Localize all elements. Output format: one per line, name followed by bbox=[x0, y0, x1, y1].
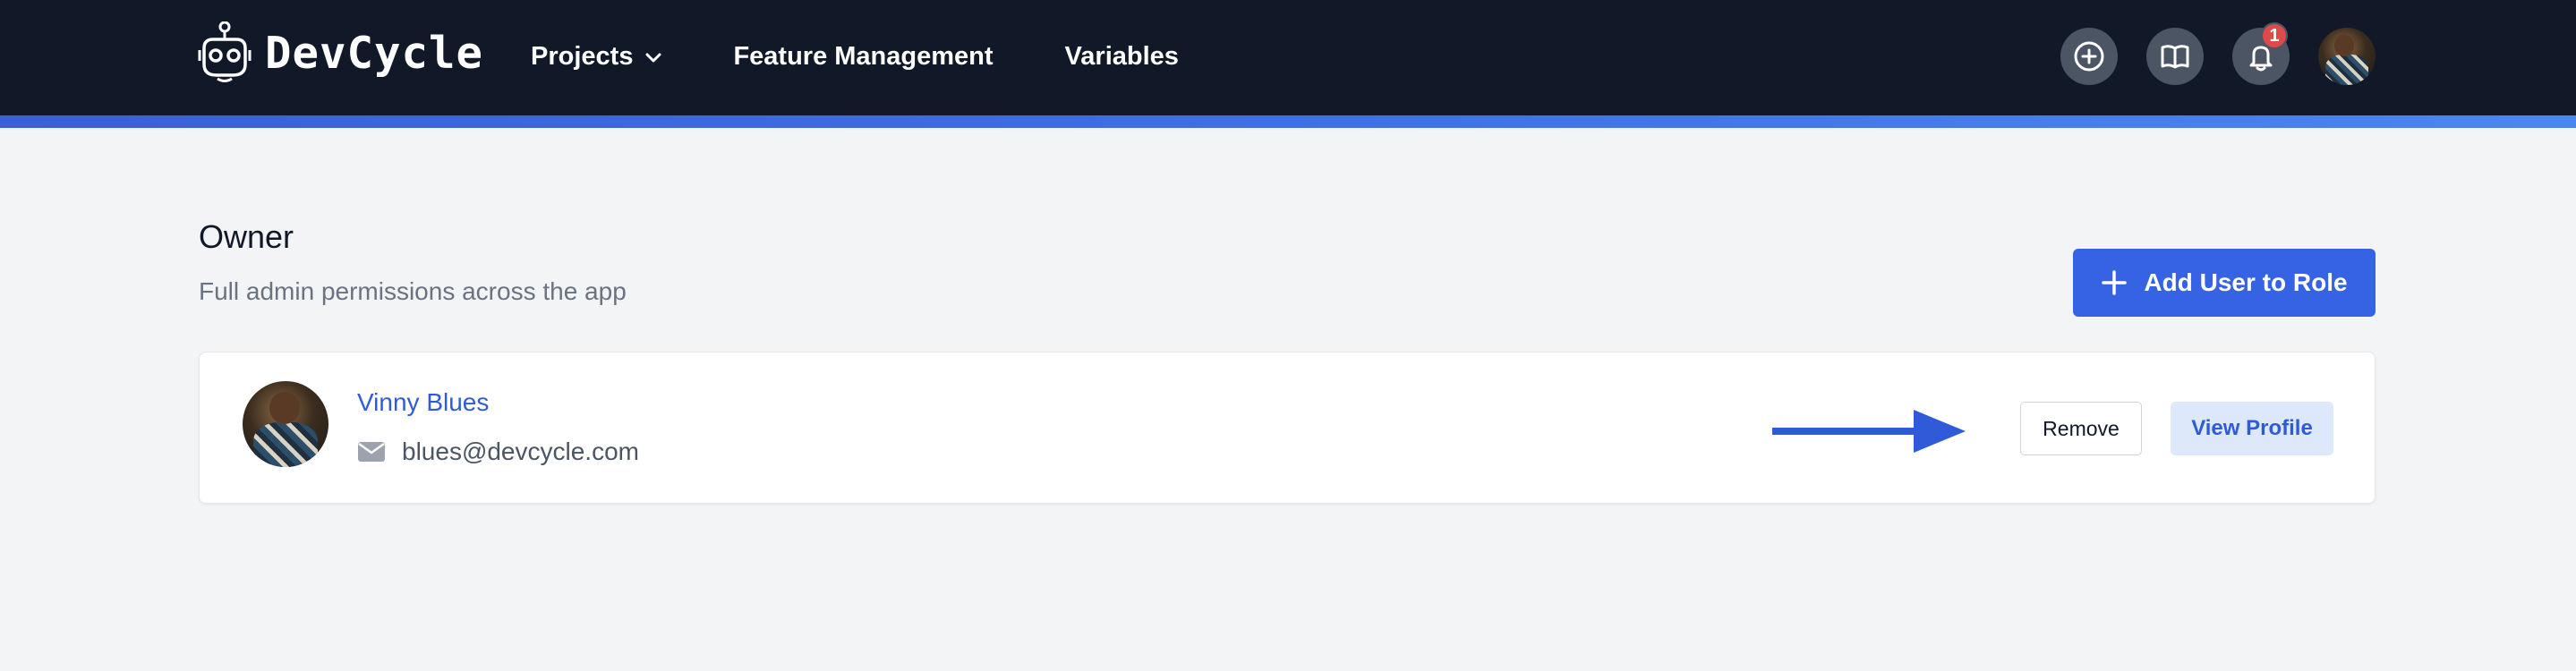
view-profile-button[interactable]: View Profile bbox=[2171, 402, 2333, 455]
plus-circle-icon bbox=[2074, 41, 2104, 72]
nav-feature-management-label: Feature Management bbox=[733, 41, 994, 71]
top-navigation-bar: DevCycle Projects Feature Management Var… bbox=[0, 0, 2576, 115]
user-email: blues@devcycle.com bbox=[402, 437, 639, 465]
docs-button[interactable] bbox=[2146, 28, 2204, 85]
add-user-to-role-label: Add User to Role bbox=[2144, 268, 2348, 296]
user-card: Vinny Blues blues@devcycle.com Remove Vi… bbox=[199, 352, 2376, 504]
book-icon bbox=[2161, 45, 2189, 69]
mail-icon bbox=[358, 442, 385, 462]
nav-variables[interactable]: Variables bbox=[1065, 42, 1179, 72]
header-actions: 1 bbox=[2060, 22, 2376, 85]
remove-button[interactable]: Remove bbox=[2020, 402, 2142, 455]
header-accent-strip bbox=[0, 115, 2576, 128]
main-nav: Projects Feature Management Variables bbox=[531, 34, 1179, 79]
brand-name: DevCycle bbox=[265, 27, 484, 79]
nav-projects-label: Projects bbox=[531, 41, 634, 71]
user-name-link[interactable]: Vinny Blues bbox=[357, 388, 489, 417]
nav-projects[interactable]: Projects bbox=[531, 42, 661, 72]
notification-count-badge: 1 bbox=[2261, 22, 2288, 49]
avatar-image-head bbox=[269, 392, 300, 424]
create-button[interactable] bbox=[2060, 28, 2118, 85]
nav-feature-management[interactable]: Feature Management bbox=[733, 42, 993, 72]
nav-variables-label: Variables bbox=[1064, 41, 1179, 71]
notifications-button[interactable]: 1 bbox=[2232, 22, 2290, 85]
role-title: Owner bbox=[199, 218, 294, 255]
user-avatar-menu[interactable] bbox=[2318, 28, 2376, 85]
role-description: Full admin permissions across the app bbox=[199, 277, 627, 305]
add-user-to-role-button[interactable]: Add User to Role bbox=[2073, 249, 2376, 317]
avatar-image-body bbox=[2325, 55, 2368, 85]
avatar-image-head bbox=[2334, 35, 2354, 56]
devcycle-logo-icon bbox=[198, 21, 252, 82]
plus-icon bbox=[2102, 270, 2128, 295]
annotation-arrow-icon bbox=[1772, 410, 1966, 453]
chevron-down-icon bbox=[645, 53, 661, 63]
avatar bbox=[243, 381, 328, 467]
user-email-row: blues@devcycle.com bbox=[357, 437, 639, 466]
brand[interactable]: DevCycle bbox=[197, 21, 483, 84]
avatar-image-body bbox=[253, 422, 318, 467]
